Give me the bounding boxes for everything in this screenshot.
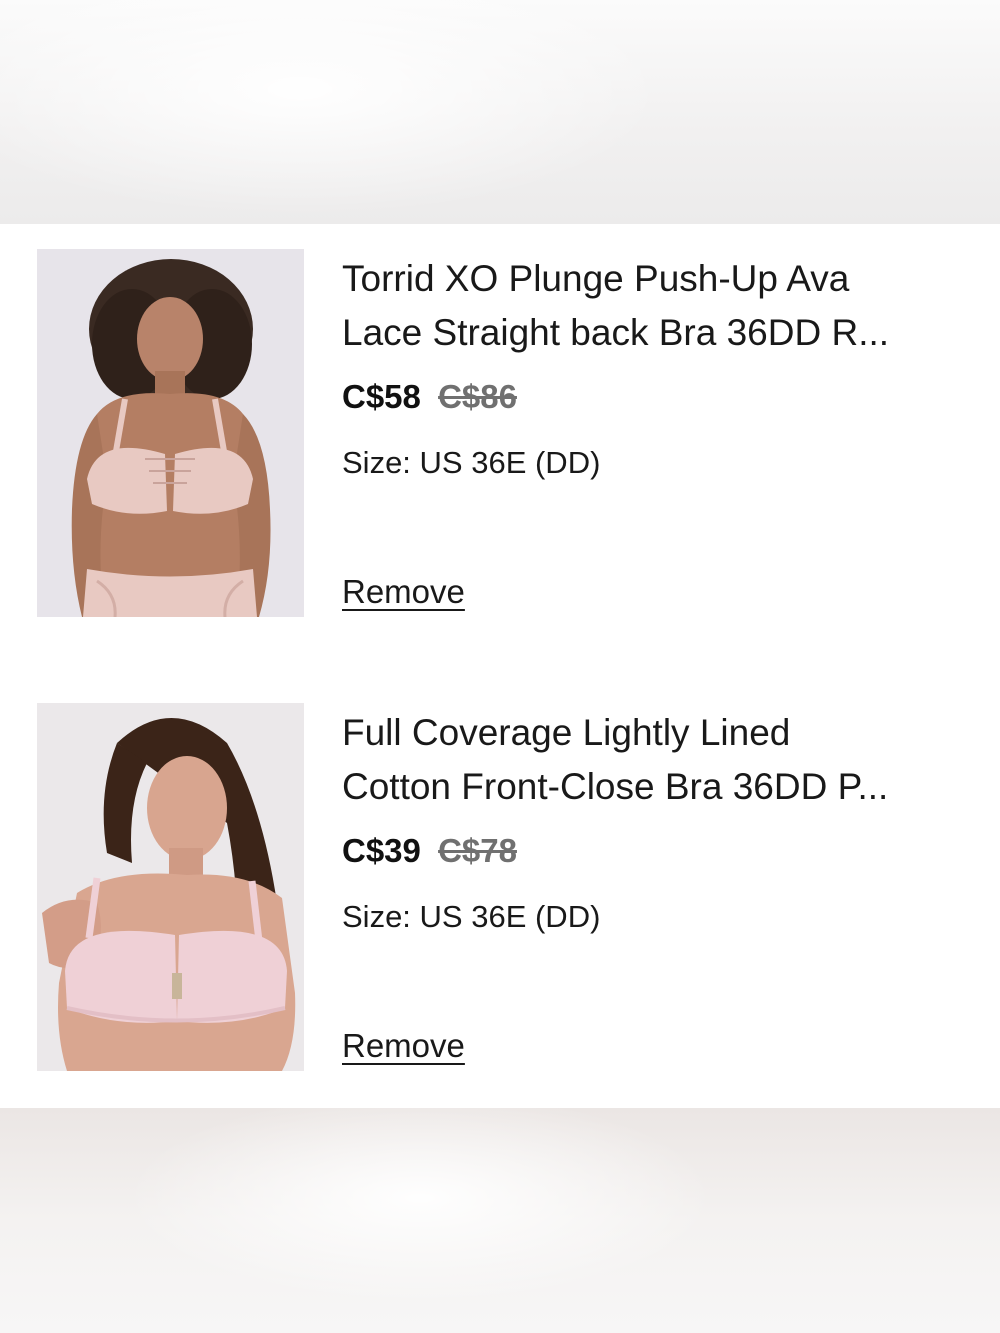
product-image[interactable]: [37, 703, 304, 1071]
product-title-line[interactable]: Cotton Front-Close Bra 36DD P...: [342, 760, 957, 814]
remove-button[interactable]: Remove: [342, 572, 465, 612]
backdrop-top: [0, 0, 1000, 224]
price-row: C$58 C$86: [342, 377, 517, 417]
size-label: Size: US 36E (DD): [342, 445, 601, 480]
product-info: Full Coverage Lightly Lined Cotton Front…: [342, 703, 962, 1071]
cart-item: Full Coverage Lightly Lined Cotton Front…: [0, 703, 1000, 1071]
product-info: Torrid XO Plunge Push-Up Ava Lace Straig…: [342, 249, 962, 617]
cart-item-list: Torrid XO Plunge Push-Up Ava Lace Straig…: [0, 224, 1000, 1108]
remove-button[interactable]: Remove: [342, 1026, 465, 1066]
product-title-line[interactable]: Lace Straight back Bra 36DD R...: [342, 306, 957, 360]
product-title-line[interactable]: Full Coverage Lightly Lined: [342, 706, 957, 760]
price-row: C$39 C$78: [342, 831, 517, 871]
original-price: C$78: [438, 832, 517, 869]
product-title[interactable]: Full Coverage Lightly Lined Cotton Front…: [342, 706, 957, 814]
sale-price: C$39: [342, 832, 421, 869]
cart-item: Torrid XO Plunge Push-Up Ava Lace Straig…: [0, 249, 1000, 617]
product-title-line[interactable]: Torrid XO Plunge Push-Up Ava: [342, 252, 957, 306]
sale-price: C$58: [342, 378, 421, 415]
original-price: C$86: [438, 378, 517, 415]
product-image[interactable]: [37, 249, 304, 617]
product-title[interactable]: Torrid XO Plunge Push-Up Ava Lace Straig…: [342, 252, 957, 360]
backdrop-bottom: [0, 1108, 1000, 1333]
size-label: Size: US 36E (DD): [342, 899, 601, 934]
